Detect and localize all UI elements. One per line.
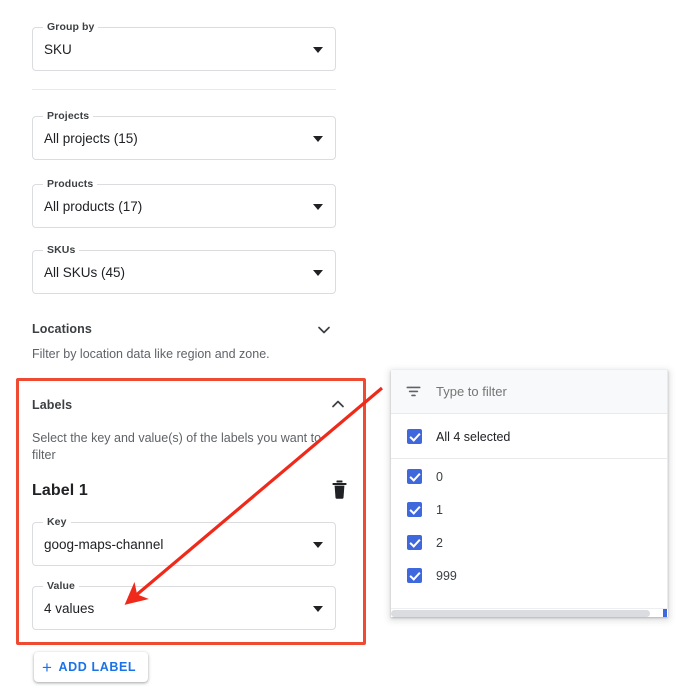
option-label: 999 [436,569,457,583]
labels-description: Select the key and value(s) of the label… [32,430,332,464]
list-item[interactable]: 999 [391,559,668,592]
dropdown-options-list: 0 1 2 999 [391,460,668,592]
dropdown-horizontal-scrollbar[interactable] [391,608,668,617]
products-legend: Products [43,178,97,190]
filter-list-icon [405,383,422,400]
option-checkbox[interactable] [407,469,422,484]
group-by-select[interactable]: Group by SKU [32,27,336,71]
chevron-down-filled-icon[interactable] [313,136,323,142]
screenshot-root: Group by SKU Projects All projects (15) … [0,0,687,696]
projects-legend: Projects [43,110,93,122]
dropdown-filter-row[interactable] [391,370,668,414]
projects-value: All projects (15) [44,130,138,148]
add-label-button-text: ADD LABEL [59,660,137,674]
option-label: 2 [436,536,443,550]
option-checkbox[interactable] [407,568,422,583]
chevron-down-filled-icon[interactable] [313,270,323,276]
panel-divider [32,89,336,90]
label-entry-heading: Label 1 [32,482,88,500]
filters-panel: Group by SKU Projects All projects (15) … [0,0,380,696]
locations-section[interactable]: Locations Filter by location data like r… [32,321,336,363]
option-checkbox[interactable] [407,535,422,550]
chevron-up-icon[interactable] [330,396,346,412]
chevron-down-icon[interactable] [316,322,332,338]
skus-select[interactable]: SKUs All SKUs (45) [32,250,336,294]
label-value-legend: Value [43,580,79,592]
projects-select[interactable]: Projects All projects (15) [32,116,336,160]
products-select[interactable]: Products All products (17) [32,184,336,228]
chevron-down-filled-icon[interactable] [313,542,323,548]
scrollbar-thumb[interactable] [391,610,650,617]
plus-icon: + [42,659,53,676]
select-all-row[interactable]: All 4 selected [391,415,668,459]
chevron-down-filled-icon[interactable] [313,606,323,612]
add-label-button[interactable]: + ADD LABEL [34,652,148,682]
chevron-down-filled-icon[interactable] [313,47,323,53]
locations-title: Locations [32,321,336,337]
dropdown-filter-input[interactable] [436,384,636,399]
label-key-value: goog-maps-channel [44,536,163,554]
list-item[interactable]: 2 [391,526,668,559]
group-by-value: SKU [44,41,72,59]
trash-icon[interactable] [331,480,348,499]
labels-title: Labels [32,398,72,412]
chevron-down-filled-icon[interactable] [313,204,323,210]
option-label: 1 [436,503,443,517]
value-dropdown-panel: .. All 4 selected 0 1 [391,370,668,617]
select-all-label: All 4 selected [436,430,510,444]
list-item[interactable]: 1 [391,493,668,526]
products-value: All products (17) [44,198,142,216]
skus-value: All SKUs (45) [44,264,125,282]
scrollbar-nub [663,609,667,617]
option-label: 0 [436,470,443,484]
label-value-select[interactable]: Value 4 values [32,586,336,630]
label-value-value: 4 values [44,600,94,618]
dropdown-right-edge [667,370,668,617]
label-key-legend: Key [43,516,71,528]
option-checkbox[interactable] [407,502,422,517]
skus-legend: SKUs [43,244,79,256]
label-key-select[interactable]: Key goog-maps-channel [32,522,336,566]
select-all-checkbox[interactable] [407,429,422,444]
locations-description: Filter by location data like region and … [32,346,336,363]
group-by-legend: Group by [43,21,98,33]
list-item[interactable]: 0 [391,460,668,493]
